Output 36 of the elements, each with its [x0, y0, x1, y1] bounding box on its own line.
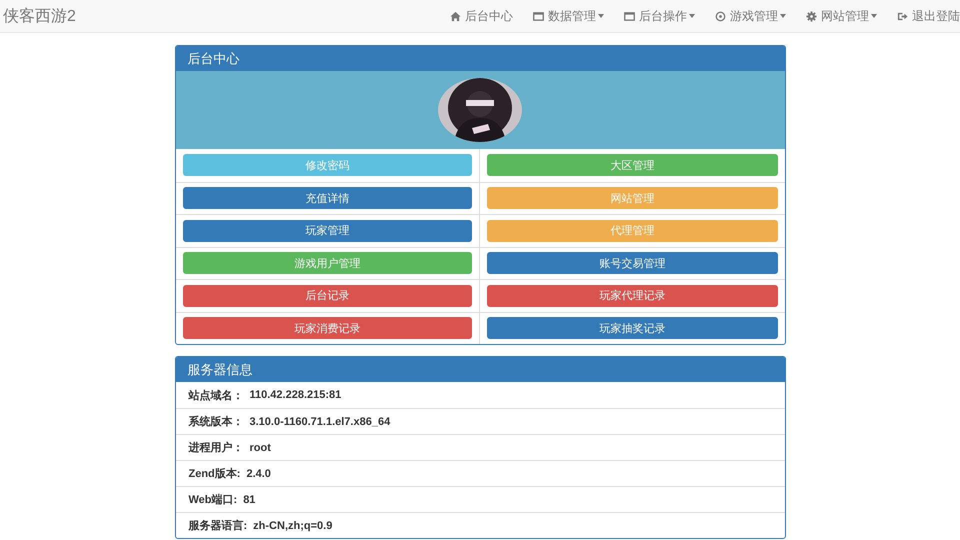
menu-button[interactable]: 大区管理 [487, 154, 778, 176]
circle-icon [715, 10, 726, 22]
panel-title: 后台中心 [176, 46, 784, 71]
info-value: zh-CN,zh;q=0.9 [253, 520, 332, 532]
nav-link[interactable]: 网站管理 [796, 8, 887, 24]
home-icon [450, 10, 461, 22]
logout-icon [897, 10, 908, 22]
menu-button[interactable]: 账号交易管理 [487, 252, 778, 274]
info-value: 3.10.0-1160.71.1.el7.x86_64 [250, 416, 390, 428]
window-icon [533, 10, 544, 22]
nav-link[interactable]: 游戏管理 [705, 8, 796, 24]
panel-title: 服务器信息 [176, 357, 784, 382]
info-label: 站点域名： [188, 388, 244, 402]
brand-title[interactable]: 侠客西游2 [0, 6, 76, 26]
menu-button[interactable]: 玩家消费记录 [182, 317, 472, 340]
menu-button[interactable]: 充值详情 [182, 187, 472, 210]
window-icon [624, 10, 635, 22]
nav-link[interactable]: 数据管理 [523, 8, 614, 24]
menu-button[interactable]: 玩家管理 [182, 220, 472, 242]
info-label: 服务器语言: [188, 518, 248, 533]
info-label: 系统版本： [188, 414, 244, 429]
menu-button[interactable]: 后台记录 [182, 284, 472, 307]
info-value: 81 [243, 494, 256, 506]
nav-link[interactable]: 后台操作 [614, 8, 705, 24]
nav-link[interactable]: 后台中心 [440, 8, 523, 24]
menu-button[interactable]: 游戏用户管理 [182, 252, 472, 274]
menu-button[interactable]: 玩家代理记录 [487, 284, 778, 307]
info-label: Zend版本: [188, 466, 240, 481]
info-value: root [250, 442, 271, 454]
info-value: 110.42.228.215:81 [250, 389, 342, 401]
nav-link[interactable]: 退出登陆 [887, 8, 960, 24]
info-label: 进程用户： [188, 440, 244, 455]
info-label: Web端口: [188, 492, 238, 507]
info-value: 2.4.0 [246, 468, 271, 480]
menu-button[interactable]: 玩家抽奖记录 [487, 317, 778, 340]
settings-icon [806, 10, 817, 22]
